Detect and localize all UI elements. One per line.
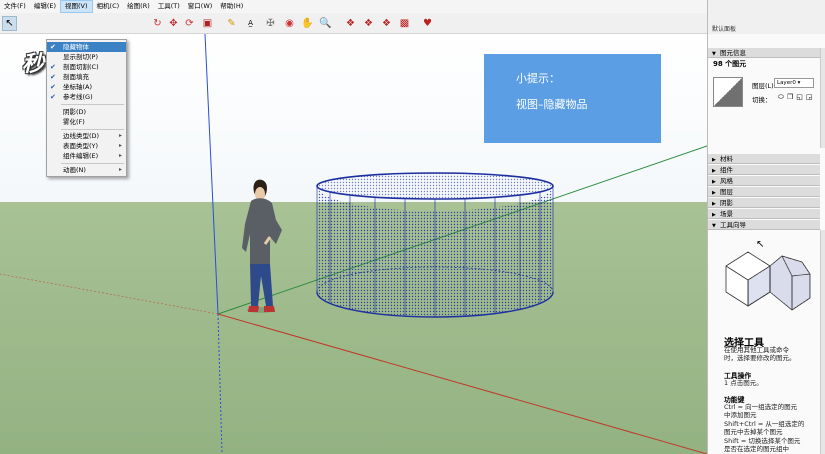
check-icon: ✔ bbox=[50, 93, 56, 101]
expand-triangle-icon: ▶ bbox=[712, 190, 716, 196]
default-tray: ▼ 图元信息 98 个图元 图层(L): Layer0 ▾ 切换： ⬭ ❐ ◱ ◲… bbox=[707, 34, 825, 454]
collapse-triangle-icon: ▼ bbox=[712, 223, 716, 229]
section-instructor[interactable]: ▼ 工具向导 bbox=[708, 220, 820, 230]
move-tool-icon[interactable]: ✥ bbox=[166, 16, 181, 31]
follow-me-icon[interactable]: ⟳ bbox=[182, 16, 197, 31]
zoom-tool-icon[interactable]: 🔍 bbox=[318, 16, 333, 31]
expand-triangle-icon: ▶ bbox=[712, 168, 716, 174]
lock-icon[interactable]: ❐ bbox=[787, 93, 793, 102]
share-model-icon[interactable]: ❖ bbox=[379, 16, 394, 31]
panel-header: 默认面板 bbox=[707, 0, 825, 34]
menu-view[interactable]: 视图(V) bbox=[60, 0, 93, 13]
orbit-tool-icon[interactable]: ◉ bbox=[282, 16, 297, 31]
menu-item-face-style[interactable]: 表面类型(Y) ▸ bbox=[47, 141, 126, 151]
menu-camera[interactable]: 相机(C) bbox=[93, 0, 124, 13]
extension-manager-icon[interactable]: ♥ bbox=[420, 16, 435, 31]
guide-keys-line: 中添加图元 bbox=[724, 411, 757, 419]
menu-file[interactable]: 文件(F) bbox=[0, 0, 30, 13]
menu-item-section-cuts[interactable]: ✔ 剖面切割(C) bbox=[47, 62, 126, 72]
view-dropdown-menu: ✔ 隐藏物体 显示剖切(P) ✔ 剖面切割(C) ✔ 剖面填充 ✔ 坐标轴(A) ✔ 参考… bbox=[46, 39, 127, 177]
menu-item-guides[interactable]: ✔ 参考线(G) bbox=[47, 92, 126, 102]
entity-info-scrollbar[interactable] bbox=[820, 48, 825, 148]
guide-desc-line: 时，选择要修改的图元。 bbox=[724, 354, 796, 362]
red-axis-neg bbox=[0, 273, 219, 315]
menu-separator bbox=[61, 104, 124, 105]
menu-item-component-edit[interactable]: 组件编辑(E) ▸ bbox=[47, 151, 126, 161]
menu-help[interactable]: 帮助(H) bbox=[216, 0, 247, 13]
blue-axis-lower bbox=[217, 313, 223, 454]
axes-tool-icon[interactable]: ✠ bbox=[263, 16, 278, 31]
cursor-arrow-icon: ↖ bbox=[756, 239, 765, 250]
extension-icon[interactable]: ▩ bbox=[397, 16, 412, 31]
person-figure bbox=[242, 179, 282, 313]
menu-window[interactable]: 窗口(W) bbox=[184, 0, 217, 13]
cast-shadow-icon[interactable]: ◱ bbox=[796, 93, 803, 102]
menu-item-section-planes[interactable]: 显示剖切(P) bbox=[47, 52, 126, 62]
menu-tools[interactable]: 工具(T) bbox=[154, 0, 184, 13]
expand-triangle-icon: ▶ bbox=[712, 157, 716, 163]
tip-title: 小提示： bbox=[516, 72, 560, 85]
rotate-tool-icon[interactable]: ↻ bbox=[150, 16, 165, 31]
scale-tool-icon[interactable]: ▣ bbox=[200, 16, 215, 31]
tape-measure-icon[interactable]: ✎ bbox=[224, 16, 239, 31]
check-icon: ✔ bbox=[50, 83, 56, 91]
check-icon: ✔ bbox=[50, 73, 56, 81]
section-materials[interactable]: ▶ 材料 bbox=[708, 154, 820, 164]
section-layers[interactable]: ▶ 图层 bbox=[708, 187, 820, 197]
toolbar: ↖ ↻ ✥ ⟳ ▣ ✎ A̲ ✠ ◉ ✋ 🔍 ❖ ❖ ❖ ▩ ♥ bbox=[0, 13, 707, 34]
section-scenes[interactable]: ▶ 场景 bbox=[708, 209, 820, 219]
check-icon: ✔ bbox=[50, 63, 56, 71]
menu-draw[interactable]: 绘图(R) bbox=[123, 0, 154, 13]
guide-ops-line: 1 点击图元。 bbox=[724, 379, 763, 387]
submenu-arrow-icon: ▸ bbox=[118, 142, 122, 149]
expand-triangle-icon: ▶ bbox=[712, 212, 716, 218]
toggle-icons: ⬭ ❐ ◱ ◲ bbox=[778, 93, 813, 102]
entity-info-header[interactable]: ▼ 图元信息 bbox=[708, 48, 820, 58]
menu-separator bbox=[61, 163, 124, 164]
section-shadows[interactable]: ▶ 阴影 bbox=[708, 198, 820, 208]
pan-tool-icon[interactable]: ✋ bbox=[300, 16, 315, 31]
blue-axis bbox=[204, 34, 219, 315]
submenu-arrow-icon: ▸ bbox=[118, 166, 122, 173]
layer-select[interactable]: Layer0 ▾ bbox=[774, 78, 814, 88]
guide-keys-line: 是否在选定的图元组中 bbox=[724, 445, 789, 453]
menu-bar: 文件(F) 编辑(E) 视图(V) 相机(C) 绘图(R) 工具(T) 窗口(W… bbox=[0, 0, 707, 13]
instructor-scrollbar[interactable] bbox=[820, 230, 825, 454]
components-icon[interactable]: ❖ bbox=[361, 16, 376, 31]
menu-separator bbox=[61, 129, 124, 130]
menu-item-animation[interactable]: 动画(N) ▸ bbox=[47, 165, 126, 175]
menu-item-hide-objects[interactable]: ✔ 隐藏物体 bbox=[47, 42, 126, 52]
menu-item-fog[interactable]: 雾化(F) bbox=[47, 117, 126, 127]
section-components[interactable]: ▶ 组件 bbox=[708, 165, 820, 175]
entity-count: 98 个图元 bbox=[713, 60, 747, 68]
receive-shadow-icon[interactable]: ◲ bbox=[806, 93, 813, 102]
check-icon: ✔ bbox=[50, 43, 56, 51]
tip-box: 小提示： 视图–隐藏物品 bbox=[484, 54, 661, 143]
layer-label: 图层(L): bbox=[752, 82, 776, 90]
tip-body: 视图–隐藏物品 bbox=[516, 98, 588, 111]
menu-item-section-fill[interactable]: ✔ 剖面填充 bbox=[47, 72, 126, 82]
menu-edit[interactable]: 编辑(E) bbox=[30, 0, 60, 13]
red-axis bbox=[217, 313, 707, 454]
guide-keys-line: 图元中去掉某个图元 bbox=[724, 428, 783, 436]
submenu-arrow-icon: ▸ bbox=[118, 132, 122, 139]
section-styles[interactable]: ▶ 风格 bbox=[708, 176, 820, 186]
submenu-arrow-icon: ▸ bbox=[118, 152, 122, 159]
warehouse-icon[interactable]: ❖ bbox=[343, 16, 358, 31]
cylinder-mesh bbox=[316, 172, 554, 318]
select-tool-illustration bbox=[725, 251, 811, 311]
expand-triangle-icon: ▶ bbox=[712, 179, 716, 185]
visibility-icon[interactable]: ⬭ bbox=[778, 93, 784, 102]
toggle-label: 切换： bbox=[752, 96, 772, 104]
collapse-triangle-icon: ▼ bbox=[712, 51, 716, 57]
expand-triangle-icon: ▶ bbox=[712, 201, 716, 207]
panel-title: 默认面板 bbox=[712, 26, 737, 33]
menu-item-axes[interactable]: ✔ 坐标轴(A) bbox=[47, 82, 126, 92]
menu-item-edge-style[interactable]: 边线类型(D) ▸ bbox=[47, 131, 126, 141]
entity-material-swatch[interactable] bbox=[713, 77, 743, 107]
menu-item-shadows[interactable]: 阴影(D) bbox=[47, 107, 126, 117]
select-tool-icon[interactable]: ↖ bbox=[2, 16, 17, 31]
text-tool-icon[interactable]: A̲ bbox=[243, 16, 258, 31]
